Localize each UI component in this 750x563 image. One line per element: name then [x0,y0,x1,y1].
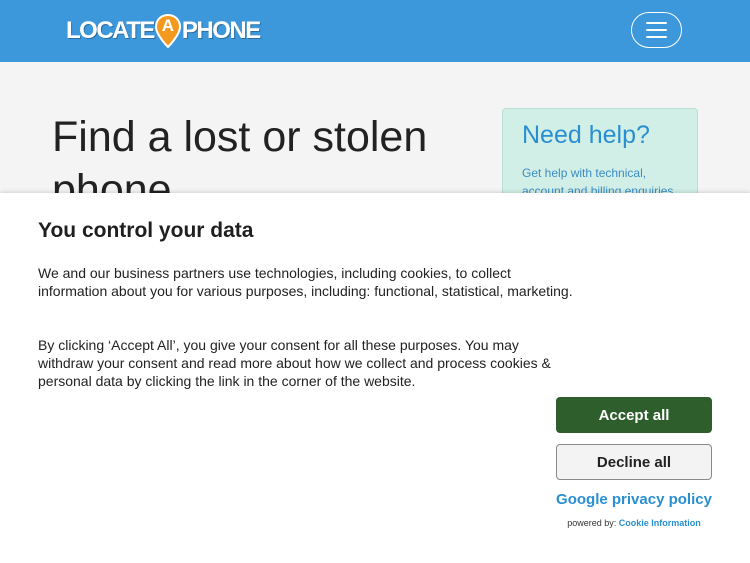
hamburger-icon-line [646,36,667,38]
logo-text-right: PHONE [181,17,261,44]
powered-by: powered by: Cookie Information [556,518,712,528]
menu-button[interactable] [631,12,682,48]
decline-all-button[interactable]: Decline all [556,444,712,480]
privacy-policy-link[interactable]: Google privacy policy [556,491,712,508]
location-pin-icon: A [154,14,181,48]
logo-pin-letter: A [161,16,175,35]
hamburger-icon [646,22,667,24]
cookie-consent-panel: You control your data We and our busines… [0,193,750,563]
cookie-information-link[interactable]: Cookie Information [619,518,701,528]
cookie-paragraph-1: We and our business partners use technol… [38,265,573,299]
site-logo[interactable]: LOCATE A PHONE [66,13,261,49]
accept-all-button[interactable]: Accept all [556,397,712,433]
logo-text-left: LOCATE [66,17,155,44]
cookie-paragraph-2: By clicking ‘Accept All’, you give your … [38,337,551,389]
powered-by-label: powered by: [567,518,617,528]
hamburger-icon-line [646,29,667,31]
cookie-title: You control your data [38,219,254,242]
site-header: LOCATE A PHONE [0,0,750,62]
help-title: Need help? [522,121,650,149]
